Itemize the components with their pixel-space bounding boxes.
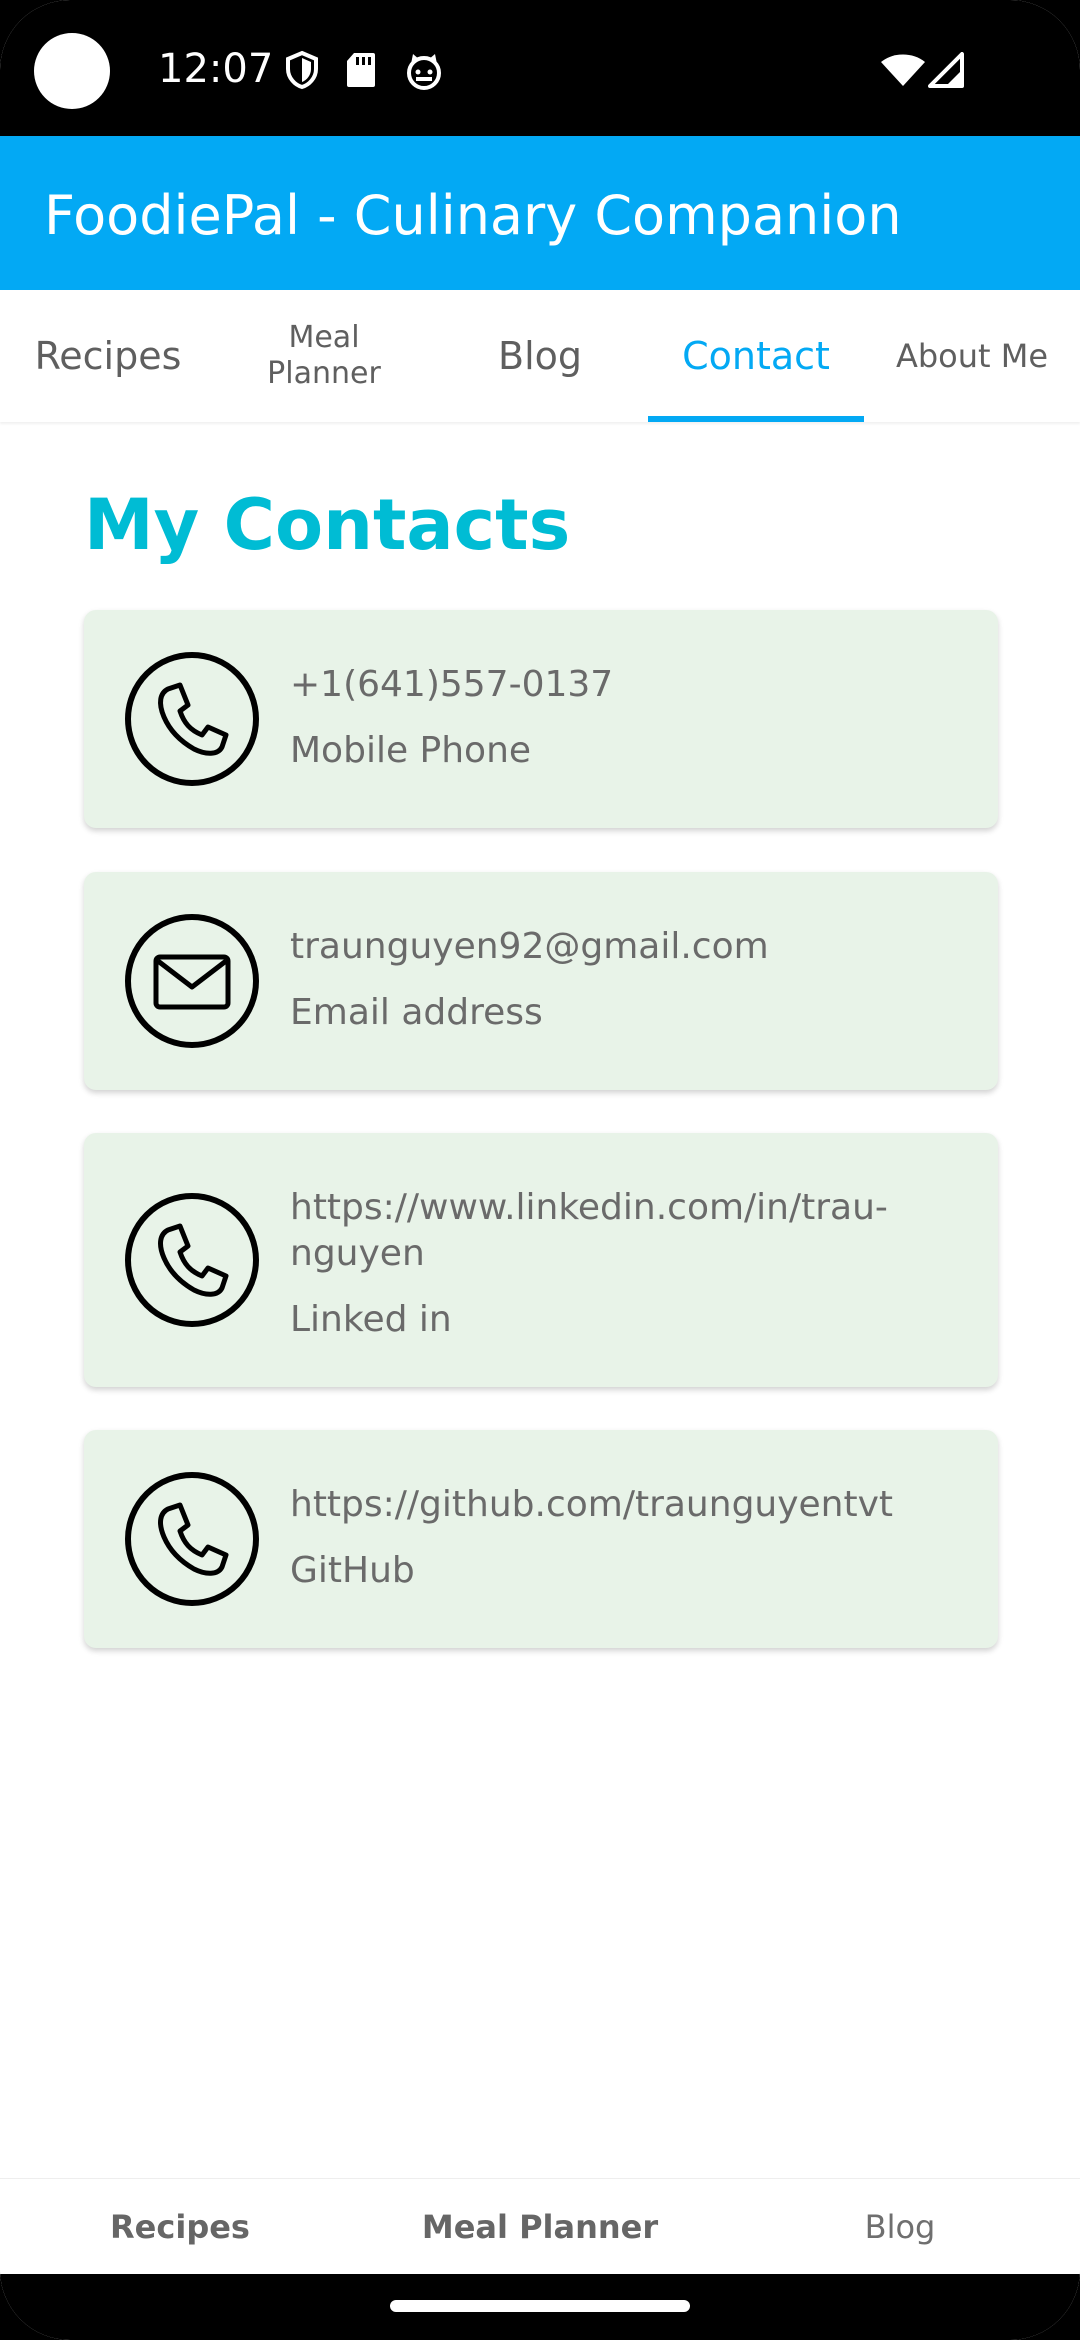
contact-value: https://github.com/traunguyentvt <box>290 1484 894 1525</box>
tab-label: Meal Planner <box>267 320 381 391</box>
home-gesture-handle[interactable] <box>390 2300 690 2312</box>
page-title: My Contacts <box>84 484 571 566</box>
cat-icon <box>407 54 441 90</box>
top-tab-bar: Recipes Meal Planner Blog Contact About … <box>0 290 1080 422</box>
contact-label: Email address <box>290 992 543 1033</box>
tab-label: Contact <box>682 334 830 378</box>
wifi-icon <box>881 54 925 86</box>
tab-contact[interactable]: Contact <box>648 290 864 422</box>
sd-card-icon <box>347 53 375 87</box>
bottom-nav-meal-planner[interactable]: Meal Planner <box>360 2179 720 2275</box>
contact-card-github[interactable]: https://github.com/traunguyentvt GitHub <box>84 1430 998 1648</box>
contact-value: https://www.linkedin.com/in/trau-nguyen <box>290 1187 888 1274</box>
contact-card-text: +1(641)557-0137 Mobile Phone <box>290 662 930 774</box>
app-title: FoodiePal - Culinary Companion <box>44 184 902 247</box>
camera-cutout <box>34 33 110 109</box>
phone-icon <box>125 1193 259 1327</box>
contact-card-text: https://www.linkedin.com/in/trau-nguyen … <box>290 1185 890 1343</box>
active-tab-indicator <box>648 416 864 422</box>
tab-label: Blog <box>498 334 582 378</box>
shield-icon <box>286 50 318 90</box>
tab-blog[interactable]: Blog <box>432 290 648 422</box>
tab-label: About Me <box>895 337 1049 375</box>
contact-label: Linked in <box>290 1299 452 1340</box>
contact-label: GitHub <box>290 1550 415 1591</box>
contact-card-email[interactable]: traunguyen92@gmail.com Email address <box>84 872 998 1090</box>
app-bar: FoodiePal - Culinary Companion <box>0 136 1080 290</box>
tab-label: Recipes <box>34 334 182 378</box>
tab-recipes[interactable]: Recipes <box>0 290 216 422</box>
contact-value: +1(641)557-0137 <box>290 664 614 705</box>
phone-icon <box>125 1472 259 1606</box>
phone-icon <box>125 652 259 786</box>
mail-icon <box>125 914 259 1048</box>
contact-card-text: https://github.com/traunguyentvt GitHub <box>290 1482 970 1594</box>
bottom-nav-recipes[interactable]: Recipes <box>0 2179 360 2275</box>
app-screen: 12:07 FoodiePal - Culinary Companion Rec… <box>0 0 1080 2340</box>
tab-meal-planner[interactable]: Meal Planner <box>216 290 432 422</box>
status-time: 12:07 <box>158 46 274 92</box>
bottom-navigation: Recipes Meal Planner Blog <box>0 2178 1080 2275</box>
contact-value: traunguyen92@gmail.com <box>290 926 769 967</box>
contact-card-linkedin[interactable]: https://www.linkedin.com/in/trau-nguyen … <box>84 1133 998 1387</box>
contact-card-phone[interactable]: +1(641)557-0137 Mobile Phone <box>84 610 998 828</box>
signal-icon <box>928 52 964 88</box>
tab-about-me[interactable]: About Me <box>864 290 1080 422</box>
contact-label: Mobile Phone <box>290 730 532 771</box>
contact-card-text: traunguyen92@gmail.com Email address <box>290 924 930 1036</box>
status-bar: 12:07 <box>0 0 1080 136</box>
bottom-nav-blog[interactable]: Blog <box>720 2179 1080 2275</box>
